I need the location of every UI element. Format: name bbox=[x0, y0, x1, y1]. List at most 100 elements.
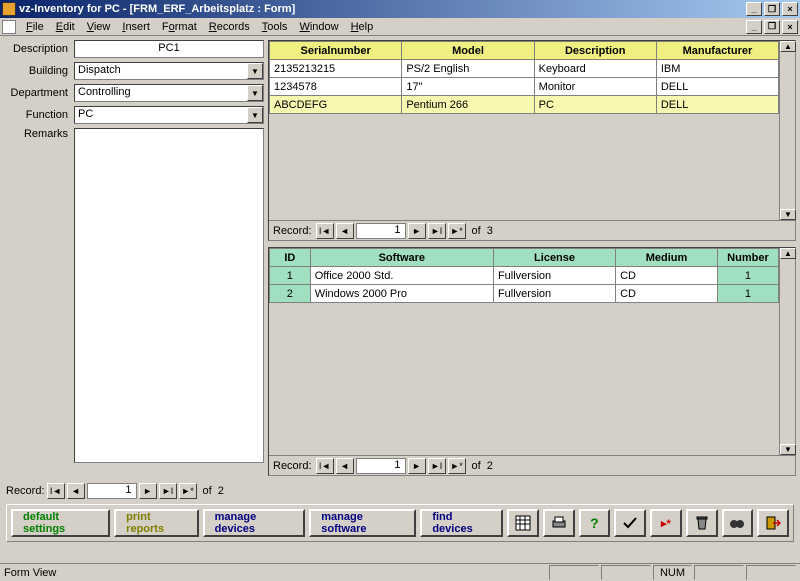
nav-new-button[interactable]: ►* bbox=[179, 483, 197, 499]
menu-window[interactable]: Window bbox=[293, 21, 344, 33]
hw-scrollbar[interactable]: ▲ ▼ bbox=[779, 41, 795, 220]
check-button[interactable] bbox=[614, 509, 646, 537]
help-button[interactable]: ? bbox=[579, 509, 611, 537]
hw-cell[interactable]: DELL bbox=[656, 96, 778, 114]
hw-cell[interactable]: DELL bbox=[656, 78, 778, 96]
delete-button[interactable] bbox=[686, 509, 718, 537]
exit-button[interactable] bbox=[757, 509, 789, 537]
scroll-up-icon[interactable]: ▲ bbox=[780, 41, 796, 52]
sw-scrollbar[interactable]: ▲ ▼ bbox=[779, 248, 795, 455]
table-row[interactable]: 1 Office 2000 Std. Fullversion CD 1 bbox=[270, 267, 779, 285]
hw-header-description[interactable]: Description bbox=[534, 42, 656, 60]
nav-first-button[interactable]: I◄ bbox=[47, 483, 65, 499]
mdi-icon[interactable] bbox=[2, 20, 16, 34]
hw-header-serial[interactable]: Serialnumber bbox=[270, 42, 402, 60]
remarks-textarea[interactable] bbox=[74, 128, 264, 463]
nav-first-button[interactable]: I◄ bbox=[316, 223, 334, 239]
find-devices-button[interactable]: find devices bbox=[420, 509, 503, 537]
hw-cell[interactable]: PC bbox=[534, 96, 656, 114]
table-row[interactable]: 2135213215 PS/2 English Keyboard IBM bbox=[270, 60, 779, 78]
nav-last-button[interactable]: ►I bbox=[428, 458, 446, 474]
menu-edit[interactable]: Edit bbox=[50, 21, 81, 33]
scroll-down-icon[interactable]: ▼ bbox=[780, 444, 796, 455]
table-row[interactable]: ABCDEFG Pentium 266 PC DELL bbox=[270, 96, 779, 114]
mdi-restore-button[interactable]: ❐ bbox=[764, 20, 780, 34]
table-row[interactable]: 1234578 17" Monitor DELL bbox=[270, 78, 779, 96]
manage-software-button[interactable]: manage software bbox=[309, 509, 416, 537]
sw-cell[interactable]: 2 bbox=[270, 285, 311, 303]
sw-header-id[interactable]: ID bbox=[270, 249, 311, 267]
mdi-minimize-button[interactable]: _ bbox=[746, 20, 762, 34]
function-dropdown-icon[interactable]: ▼ bbox=[247, 107, 263, 123]
nav-next-button[interactable]: ► bbox=[408, 223, 426, 239]
sw-cell[interactable]: 1 bbox=[270, 267, 311, 285]
menu-view[interactable]: View bbox=[81, 21, 117, 33]
function-label: Function bbox=[4, 109, 74, 121]
new-record-button[interactable]: ▸* bbox=[650, 509, 682, 537]
status-bar: Form View NUM bbox=[0, 563, 800, 581]
hw-cell[interactable]: Monitor bbox=[534, 78, 656, 96]
sw-cell[interactable]: Fullversion bbox=[493, 267, 615, 285]
sw-cell[interactable]: CD bbox=[616, 285, 718, 303]
building-combo[interactable]: Dispatch ▼ bbox=[74, 62, 264, 80]
manage-devices-button[interactable]: manage devices bbox=[203, 509, 306, 537]
hw-cell[interactable]: Pentium 266 bbox=[402, 96, 534, 114]
menu-insert[interactable]: Insert bbox=[116, 21, 156, 33]
sw-cell[interactable]: Office 2000 Std. bbox=[310, 267, 493, 285]
menu-tools[interactable]: Tools bbox=[256, 21, 294, 33]
minimize-button[interactable]: _ bbox=[746, 2, 762, 16]
description-input[interactable]: PC1 bbox=[74, 40, 264, 58]
close-button[interactable]: × bbox=[782, 2, 798, 16]
hw-cell[interactable]: ABCDEFG bbox=[270, 96, 402, 114]
hw-cell[interactable]: Keyboard bbox=[534, 60, 656, 78]
sw-header-license[interactable]: License bbox=[493, 249, 615, 267]
sw-cell[interactable]: Fullversion bbox=[493, 285, 615, 303]
sw-header-software[interactable]: Software bbox=[310, 249, 493, 267]
hw-cell[interactable]: 1234578 bbox=[270, 78, 402, 96]
print-button[interactable] bbox=[543, 509, 575, 537]
table-row[interactable]: 2 Windows 2000 Pro Fullversion CD 1 bbox=[270, 285, 779, 303]
nav-prev-button[interactable]: ◄ bbox=[336, 458, 354, 474]
nav-prev-button[interactable]: ◄ bbox=[67, 483, 85, 499]
hw-header-model[interactable]: Model bbox=[402, 42, 534, 60]
datasheet-button[interactable] bbox=[507, 509, 539, 537]
building-dropdown-icon[interactable]: ▼ bbox=[247, 63, 263, 79]
menu-help[interactable]: Help bbox=[345, 21, 380, 33]
main-record-number[interactable]: 1 bbox=[87, 483, 137, 499]
binoculars-button[interactable] bbox=[722, 509, 754, 537]
nav-first-button[interactable]: I◄ bbox=[316, 458, 334, 474]
sw-cell[interactable]: 1 bbox=[717, 285, 778, 303]
print-reports-button[interactable]: print reports bbox=[114, 509, 198, 537]
sw-cell[interactable]: CD bbox=[616, 267, 718, 285]
sw-cell[interactable]: 1 bbox=[717, 267, 778, 285]
nav-next-button[interactable]: ► bbox=[139, 483, 157, 499]
function-combo[interactable]: PC ▼ bbox=[74, 106, 264, 124]
hw-cell[interactable]: 2135213215 bbox=[270, 60, 402, 78]
menu-file[interactable]: File bbox=[20, 21, 50, 33]
nav-prev-button[interactable]: ◄ bbox=[336, 223, 354, 239]
mdi-close-button[interactable]: × bbox=[782, 20, 798, 34]
department-dropdown-icon[interactable]: ▼ bbox=[247, 85, 263, 101]
sw-header-number[interactable]: Number bbox=[717, 249, 778, 267]
sw-header-medium[interactable]: Medium bbox=[616, 249, 718, 267]
sw-record-number[interactable]: 1 bbox=[356, 458, 406, 474]
nav-last-button[interactable]: ►I bbox=[428, 223, 446, 239]
nav-next-button[interactable]: ► bbox=[408, 458, 426, 474]
hw-cell[interactable]: PS/2 English bbox=[402, 60, 534, 78]
department-combo[interactable]: Controlling ▼ bbox=[74, 84, 264, 102]
nav-new-button[interactable]: ►* bbox=[448, 223, 466, 239]
hw-header-manufacturer[interactable]: Manufacturer bbox=[656, 42, 778, 60]
hw-cell[interactable]: IBM bbox=[656, 60, 778, 78]
hw-cell[interactable]: 17" bbox=[402, 78, 534, 96]
sw-cell[interactable]: Windows 2000 Pro bbox=[310, 285, 493, 303]
menu-records[interactable]: Records bbox=[203, 21, 256, 33]
menu-format[interactable]: Format bbox=[156, 21, 203, 33]
maximize-button[interactable]: ❐ bbox=[764, 2, 780, 16]
nav-new-button[interactable]: ►* bbox=[448, 458, 466, 474]
hw-record-number[interactable]: 1 bbox=[356, 223, 406, 239]
scroll-up-icon[interactable]: ▲ bbox=[780, 248, 796, 259]
nav-last-button[interactable]: ►I bbox=[159, 483, 177, 499]
main-record-nav: Record: I◄ ◄ 1 ► ►I ►* of 2 bbox=[0, 480, 800, 502]
scroll-down-icon[interactable]: ▼ bbox=[780, 209, 796, 220]
default-settings-button[interactable]: default settings bbox=[11, 509, 110, 537]
